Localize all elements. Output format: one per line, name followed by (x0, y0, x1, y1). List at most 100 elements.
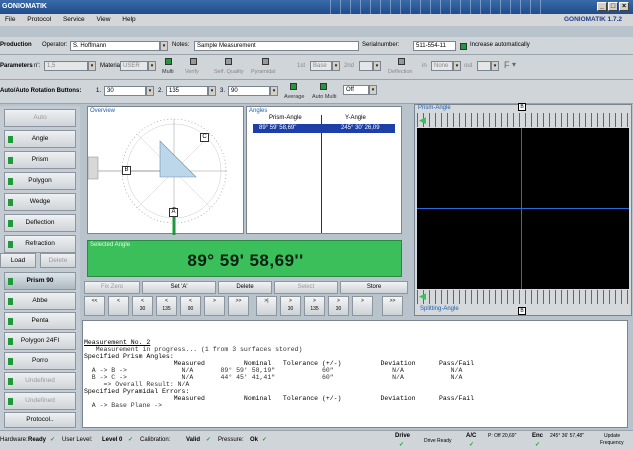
nav-button-2[interactable]: <30 (132, 296, 153, 316)
out-dropdown[interactable]: ▾ (491, 61, 499, 71)
ac-label: A/C (466, 433, 477, 439)
marker-b[interactable]: B (122, 166, 131, 175)
in-dropdown[interactable]: ▾ (453, 61, 461, 71)
crosshair-horizontal (417, 208, 629, 209)
parameters-row: Parameters n': 1,5 ▾ Material: USER ▾ Mu… (0, 55, 633, 80)
menu-help[interactable]: Help (122, 16, 135, 23)
nav-button-5[interactable]: > (204, 296, 225, 316)
sidebar-item-polygon[interactable]: Polygon (4, 172, 76, 190)
sidebar-item-prism[interactable]: Prism (4, 151, 76, 169)
menu-service[interactable]: Service (63, 16, 85, 23)
nav-arrow-icon: < (165, 298, 168, 304)
sidebar-item-deflection[interactable]: Deflection (4, 214, 76, 232)
first-dropdown[interactable]: ▾ (332, 61, 340, 71)
nav-button-8[interactable]: >30 (280, 296, 301, 316)
set-a-button[interactable]: Set 'A' (142, 281, 216, 294)
check-icon: ✓ (262, 437, 268, 443)
deflection-toggle[interactable] (398, 58, 405, 65)
rot2-field[interactable]: 135 (166, 86, 208, 96)
operator-dropdown[interactable]: ▾ (160, 41, 168, 51)
update-value: Frequency (600, 440, 624, 446)
sidebar-item-undefined-2[interactable]: Undefined (4, 392, 76, 410)
self-quality-toggle[interactable] (225, 58, 232, 65)
sidebar-item-angle[interactable]: Angle (4, 130, 76, 148)
select-button[interactable]: Select (274, 281, 338, 294)
sidebar-item-undefined-1[interactable]: Undefined (4, 372, 76, 390)
in-field[interactable]: None (431, 61, 453, 71)
f-dropdown-icon[interactable]: ▾ (512, 60, 516, 69)
sidebar-item-penta[interactable]: Penta (4, 312, 76, 330)
sidebar-item-abbe[interactable]: Abbe (4, 292, 76, 310)
rot3-field[interactable]: 90 (228, 86, 270, 96)
rot3-dropdown[interactable]: ▾ (270, 86, 278, 96)
store-button[interactable]: Store (340, 281, 408, 294)
nav-button-6[interactable]: >> (228, 296, 249, 316)
second-dropdown[interactable]: ▾ (373, 61, 381, 71)
status-led (8, 318, 13, 325)
rot1-field[interactable]: 30 (104, 86, 146, 96)
minimize-button[interactable]: _ (597, 2, 607, 11)
delete-template-button[interactable]: Delete (40, 253, 76, 268)
protocol-button[interactable]: Protocol.. (4, 412, 76, 428)
sidebar-item-prism90[interactable]: Prism 90 (4, 272, 76, 290)
rotation-row: Auto/Auto Rotation Buttons: 1. 30 ▾ 2. 1… (0, 80, 633, 104)
arrow-left-icon[interactable]: ◀ (419, 115, 426, 126)
sidebar-item-refraction[interactable]: Refraction (4, 235, 76, 253)
material-field[interactable]: USER (120, 61, 148, 71)
nav-button-9[interactable]: >135 (304, 296, 325, 316)
pyramidal-toggle[interactable] (262, 58, 269, 65)
n-dropdown[interactable]: ▾ (88, 61, 96, 71)
nav-arrow-icon: > (213, 298, 216, 304)
operator-field[interactable]: S. Hoffmann (70, 41, 160, 51)
nav-button-3[interactable]: <135 (156, 296, 177, 316)
set-a-label: Set 'A' (170, 284, 188, 290)
maximize-button[interactable]: □ (608, 2, 618, 11)
calibration-value: Valid (186, 437, 201, 443)
increase-checkbox[interactable] (460, 43, 467, 50)
n-field[interactable]: 1,5 (44, 61, 88, 71)
marker-c[interactable]: C (200, 133, 209, 142)
status-led (8, 398, 13, 405)
load-button[interactable]: Load (0, 253, 36, 268)
rot2-dropdown[interactable]: ▾ (208, 86, 216, 96)
serial-field[interactable]: 511-554-11 (413, 41, 456, 51)
nav-button-11[interactable]: > (352, 296, 373, 316)
sidebar-item-auto[interactable]: Auto (4, 109, 76, 127)
multi-toggle[interactable] (165, 58, 172, 65)
average-toggle[interactable] (290, 83, 297, 90)
sidebar-item-wedge[interactable]: Wedge (4, 193, 76, 211)
status-led (8, 298, 13, 305)
select-label: Select (297, 284, 315, 290)
material-dropdown[interactable]: ▾ (148, 61, 156, 71)
off-field[interactable]: Off (343, 85, 369, 95)
nav-button-0[interactable]: << (84, 296, 105, 316)
sidebar-item-polygon24fi[interactable]: Polygon 24FI (4, 332, 76, 350)
out-field[interactable] (477, 61, 491, 71)
marker-a[interactable]: A (169, 208, 178, 217)
verify-toggle[interactable] (190, 58, 197, 65)
menu-view[interactable]: View (96, 16, 110, 23)
nav-button-4[interactable]: <90 (180, 296, 201, 316)
angles-row-selected[interactable]: 89° 59' 58,69" 245° 30' 26,09 (253, 124, 395, 133)
sidebar-item-porro[interactable]: Porro (4, 352, 76, 370)
nav-button-12[interactable]: >> (382, 296, 403, 316)
fix-zero-button[interactable]: Fix Zero (84, 281, 140, 294)
nav-button-10[interactable]: >30 (328, 296, 349, 316)
close-button[interactable]: × (619, 2, 629, 11)
off-dropdown[interactable]: ▾ (369, 85, 377, 95)
nav-button-7[interactable]: >| (256, 296, 277, 316)
sidebar-item-label: Auto (33, 114, 47, 121)
nav-step-label: 30 (335, 306, 342, 312)
menu-file[interactable]: File (5, 16, 15, 23)
arrow-left-icon[interactable]: ◀ (419, 291, 426, 302)
nav-arrow-icon: << (91, 298, 98, 304)
first-field[interactable]: Base (310, 61, 332, 71)
auto-multi-toggle[interactable] (320, 83, 327, 90)
notes-field[interactable]: Sample Measurement (194, 41, 359, 51)
rot1-dropdown[interactable]: ▾ (146, 86, 154, 96)
delete-button[interactable]: Delete (218, 281, 272, 294)
second-field[interactable] (359, 61, 373, 71)
display-bottom-title: Splitting-Angle (420, 306, 459, 312)
menu-protocol[interactable]: Protocol (27, 16, 51, 23)
nav-button-1[interactable]: < (108, 296, 129, 316)
